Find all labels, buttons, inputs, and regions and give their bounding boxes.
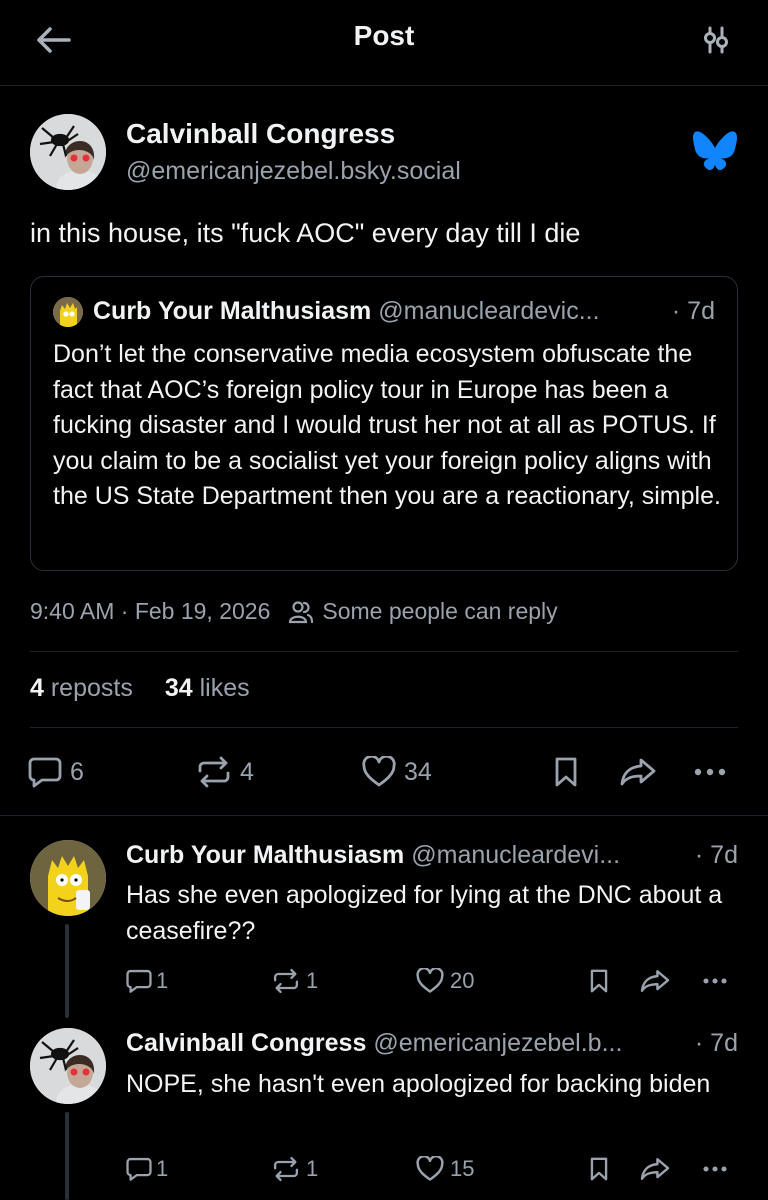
quote-author-avatar: [53, 297, 83, 327]
post-timestamp: 9:40 AM · Feb 19, 2026: [30, 598, 271, 624]
reply-timestamp: · 7d: [694, 841, 738, 869]
heart-icon: [416, 1156, 444, 1181]
reply-count: 6: [70, 757, 84, 786]
reply-author-avatar[interactable]: [30, 840, 106, 916]
like-count: 15: [450, 1156, 475, 1181]
comment-icon: [126, 1157, 152, 1181]
repost-icon: [273, 1156, 299, 1182]
bookmark-button[interactable]: [588, 968, 610, 994]
repost-count: 4: [240, 757, 254, 786]
post-text: in this house, its "fuck AOC" every day …: [30, 218, 581, 248]
reply-author-avatar[interactable]: [30, 1028, 106, 1104]
engagement-counts: 4 reposts 34 likes: [30, 674, 250, 703]
reply-button[interactable]: 1: [126, 968, 168, 994]
repost-icon: [273, 968, 299, 994]
repost-icon: [198, 756, 230, 788]
comment-icon: [126, 969, 152, 993]
like-count: 34: [404, 757, 432, 786]
share-icon: [620, 758, 656, 786]
reply-text: Has she even apologized for lying at the…: [126, 881, 723, 945]
share-button[interactable]: [640, 968, 670, 994]
page-title: Post: [353, 20, 415, 51]
thread-settings-button[interactable]: [694, 18, 738, 62]
quote-header: Curb Your Malthusiasm @manucleardevic...: [93, 297, 600, 326]
post-meta: 9:40 AM · Feb 19, 2026 Some people can r…: [30, 598, 558, 625]
quote-author-name[interactable]: Curb Your Malthusiasm: [93, 297, 371, 325]
like-button[interactable]: 34: [362, 756, 432, 788]
quote-text: Don’t let the conservative media ecosyst…: [53, 340, 721, 511]
reply-button[interactable]: 6: [28, 756, 84, 788]
share-icon: [640, 970, 670, 992]
more-options-button[interactable]: [700, 972, 730, 990]
repost-button[interactable]: 1: [272, 1156, 318, 1182]
reposts-count[interactable]: 4 reposts: [30, 674, 133, 703]
bookmark-button[interactable]: [552, 756, 580, 788]
back-arrow-icon: [37, 27, 71, 53]
like-button[interactable]: 15: [416, 1156, 474, 1182]
thread-line: [65, 924, 69, 1018]
more-icon: [694, 768, 726, 776]
repost-button[interactable]: 4: [196, 756, 254, 788]
quote-timestamp: · 7d: [671, 297, 715, 325]
post-header: Post: [0, 0, 768, 86]
reply-setting[interactable]: Some people can reply: [322, 598, 557, 625]
comment-icon: [28, 757, 62, 788]
bookmark-button[interactable]: [588, 1156, 610, 1182]
like-count: 20: [450, 968, 475, 993]
likes-count[interactable]: 34 likes: [165, 674, 250, 703]
reply-header: Calvinball Congress @emericanjezebel.b..…: [126, 1029, 622, 1058]
heart-icon: [416, 968, 444, 993]
reply-author-handle[interactable]: @manucleardevi...: [411, 841, 620, 869]
reply-text: NOPE, she hasn't even apologized for bac…: [126, 1070, 711, 1098]
author-avatar[interactable]: [30, 114, 106, 190]
quoted-post[interactable]: Curb Your Malthusiasm @manucleardevic...…: [30, 276, 738, 571]
bookmark-icon: [555, 757, 577, 787]
reply-author-name[interactable]: Calvinball Congress: [126, 1029, 366, 1057]
author-handle[interactable]: @emericanjezebel.bsky.social: [126, 157, 461, 186]
reply-author-name[interactable]: Curb Your Malthusiasm: [126, 841, 404, 869]
share-button[interactable]: [640, 1156, 670, 1182]
share-button[interactable]: [620, 756, 656, 788]
more-options-button[interactable]: [692, 760, 728, 784]
thread-settings-icon: [704, 26, 728, 54]
share-icon: [640, 1158, 670, 1180]
quote-author-handle[interactable]: @manucleardevic...: [378, 297, 599, 325]
more-options-button[interactable]: [700, 1160, 730, 1178]
people-icon: [288, 600, 314, 624]
like-button[interactable]: 20: [416, 968, 474, 994]
reply-count: 1: [156, 1156, 169, 1181]
more-icon: [703, 978, 727, 984]
reply-header: Curb Your Malthusiasm @manucleardevi...: [126, 841, 620, 870]
reply-author-handle[interactable]: @emericanjezebel.b...: [373, 1029, 622, 1057]
heart-icon: [362, 756, 396, 787]
bookmark-icon: [590, 969, 608, 993]
repost-count: 1: [306, 1156, 319, 1181]
bookmark-icon: [590, 1157, 608, 1181]
more-icon: [703, 1166, 727, 1172]
reply-timestamp: · 7d: [694, 1029, 738, 1057]
repost-button[interactable]: 1: [272, 968, 318, 994]
back-button[interactable]: [28, 18, 78, 62]
author-name[interactable]: Calvinball Congress: [126, 118, 395, 150]
bluesky-butterfly-icon: [693, 131, 737, 171]
divider: [0, 815, 768, 816]
reply-button[interactable]: 1: [126, 1156, 168, 1182]
divider: [30, 651, 738, 652]
thread-line: [65, 1112, 69, 1200]
reply-count: 1: [156, 968, 169, 993]
divider: [30, 727, 738, 728]
repost-count: 1: [306, 968, 319, 993]
